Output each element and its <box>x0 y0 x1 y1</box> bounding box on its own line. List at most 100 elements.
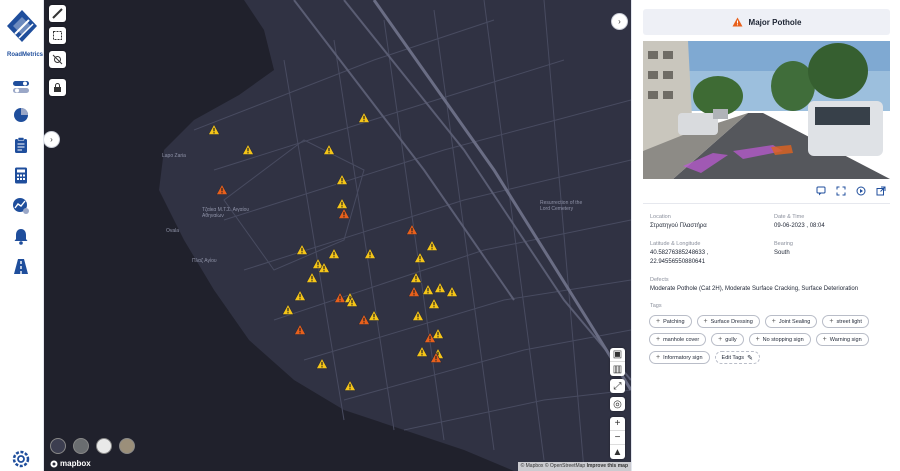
bearing-value: South <box>774 250 790 256</box>
fullscreen-icon[interactable]: ▣ <box>610 348 625 362</box>
defects-label: Defects <box>650 277 669 283</box>
expand-icon[interactable]: ⤢ <box>610 379 625 393</box>
pothole-marker-icon[interactable] <box>343 378 357 391</box>
gear-icon[interactable] <box>11 449 31 469</box>
style-dark-button[interactable] <box>50 438 66 454</box>
bell-icon[interactable] <box>10 225 32 247</box>
osm-attribution-link[interactable]: © OpenStreetMap <box>545 463 585 469</box>
select-area-icon[interactable] <box>49 27 66 44</box>
pothole-marker-icon[interactable] <box>215 182 229 195</box>
bearing-label: Bearing <box>774 241 793 247</box>
pothole-marker-icon[interactable] <box>429 350 443 363</box>
roadmetrics-logo[interactable]: RoadMetrics <box>3 8 43 58</box>
pothole-marker-icon[interactable] <box>293 288 307 301</box>
map-view[interactable]: Lapo Zaria Τζαίκα Μ.Τ.Σ. Αιγαίου Αθηναίω… <box>44 0 631 471</box>
tag-surface-dressing[interactable]: + Surface Dressing <box>696 315 760 328</box>
plus-icon: + <box>656 318 661 325</box>
pothole-marker-icon[interactable] <box>357 110 371 123</box>
locate-icon[interactable]: ◎ <box>610 397 625 411</box>
tag-informatory-sign[interactable]: + Informatory sign <box>649 351 710 364</box>
tag-gully[interactable]: + gully <box>711 333 744 346</box>
pothole-marker-icon[interactable] <box>445 284 459 297</box>
calculator-icon[interactable] <box>10 164 32 186</box>
pothole-marker-icon[interactable] <box>405 222 419 235</box>
style-streets-button[interactable] <box>73 438 89 454</box>
longitude-value: 22.94556550880641 <box>650 259 706 265</box>
tag-patching[interactable]: + Patching <box>649 315 692 328</box>
divider <box>643 203 890 204</box>
pothole-marker-icon[interactable] <box>241 142 255 155</box>
pothole-marker-icon[interactable] <box>335 172 349 185</box>
chevron-right-icon: › <box>618 17 621 26</box>
edit-tags-button[interactable]: Edit Tags ✎ <box>714 351 760 364</box>
satellite-icon[interactable] <box>49 51 66 68</box>
plus-icon: + <box>755 336 760 343</box>
mapbox-logo: mapbox <box>50 459 91 468</box>
pothole-marker-icon[interactable] <box>423 330 437 343</box>
logo-text: RoadMetrics <box>6 52 43 58</box>
datetime-value: 09-06-2023 , 08:04 <box>774 223 825 229</box>
pothole-marker-icon[interactable] <box>409 270 423 283</box>
zoom-in-button[interactable]: + <box>610 417 625 431</box>
pothole-marker-icon[interactable] <box>425 238 439 251</box>
road-icon[interactable] <box>10 255 32 277</box>
pothole-marker-icon[interactable] <box>315 356 329 369</box>
tags-label: Tags <box>650 303 662 309</box>
style-satellite-button[interactable] <box>119 438 135 454</box>
collapse-panel-button[interactable]: › <box>611 13 628 30</box>
fullscreen-icon[interactable] <box>836 186 846 196</box>
pothole-marker-icon[interactable] <box>407 284 421 297</box>
comment-icon[interactable] <box>816 186 826 196</box>
tag-warning-sign[interactable]: + Warning sign <box>815 333 869 346</box>
pothole-marker-icon[interactable] <box>427 296 441 309</box>
plus-icon: + <box>829 318 834 325</box>
clipboard-icon[interactable] <box>10 134 32 156</box>
pothole-marker-icon[interactable] <box>413 250 427 263</box>
zoom-controls: + − ▲ <box>610 417 625 459</box>
pothole-marker-icon[interactable] <box>411 308 425 321</box>
pothole-marker-icon[interactable] <box>363 246 377 259</box>
external-link-icon[interactable] <box>876 186 886 196</box>
pothole-marker-icon[interactable] <box>415 344 429 357</box>
ruler-icon[interactable] <box>49 5 66 22</box>
location-label: Location <box>650 214 671 220</box>
tag-street-light[interactable]: + street light <box>822 315 869 328</box>
datetime-label: Date & Time <box>774 214 805 220</box>
mapbox-attribution-link[interactable]: © Mapbox <box>521 463 544 469</box>
tag-manhole-cover[interactable]: + manhole cover <box>649 333 707 346</box>
photo-actions <box>816 186 886 196</box>
plus-icon: + <box>656 354 661 361</box>
pothole-marker-icon[interactable] <box>293 322 307 335</box>
improve-map-link[interactable]: Improve this map <box>587 463 628 469</box>
pothole-marker-icon[interactable] <box>295 242 309 255</box>
pothole-marker-icon[interactable] <box>207 122 221 135</box>
toggle-icon[interactable] <box>10 76 32 98</box>
pothole-marker-icon[interactable] <box>433 280 447 293</box>
pothole-marker-icon[interactable] <box>305 270 319 283</box>
pothole-marker-icon[interactable] <box>317 260 331 273</box>
play-circle-icon[interactable] <box>856 186 866 196</box>
latlng-label: Latitude & Longitude <box>650 241 701 247</box>
detail-panel: Major Pothole Location Στρατηγού Πλαστήρ… <box>631 0 900 471</box>
tag-list: + Patching + Surface Dressing + Joint Seali… <box>649 315 889 369</box>
pothole-marker-icon[interactable] <box>327 246 341 259</box>
pothole-marker-icon[interactable] <box>345 294 359 307</box>
trash-icon[interactable]: ▥ <box>610 362 625 376</box>
analytics-icon[interactable] <box>10 195 32 217</box>
style-light-button[interactable] <box>96 438 112 454</box>
pie-chart-icon[interactable] <box>10 104 32 126</box>
tag-no-stopping-sign[interactable]: + No stopping sign <box>748 333 811 346</box>
map-label: Ovala <box>166 228 180 234</box>
pothole-marker-icon[interactable] <box>322 142 336 155</box>
plus-icon: + <box>656 336 661 343</box>
zoom-out-button[interactable]: − <box>610 431 625 445</box>
pothole-marker-icon[interactable] <box>421 282 435 295</box>
lock-icon[interactable] <box>49 79 66 96</box>
tag-joint-sealing[interactable]: + Joint Sealing <box>764 315 818 328</box>
pothole-marker-icon[interactable] <box>281 302 295 315</box>
street-photo[interactable] <box>643 41 890 179</box>
pothole-marker-icon[interactable] <box>337 206 351 219</box>
map-label: Τζαίκα Μ.Τ.Σ. Αιγαίου Αθηναίων <box>202 207 250 219</box>
pothole-marker-icon[interactable] <box>367 308 381 321</box>
compass-icon[interactable]: ▲ <box>610 445 625 459</box>
